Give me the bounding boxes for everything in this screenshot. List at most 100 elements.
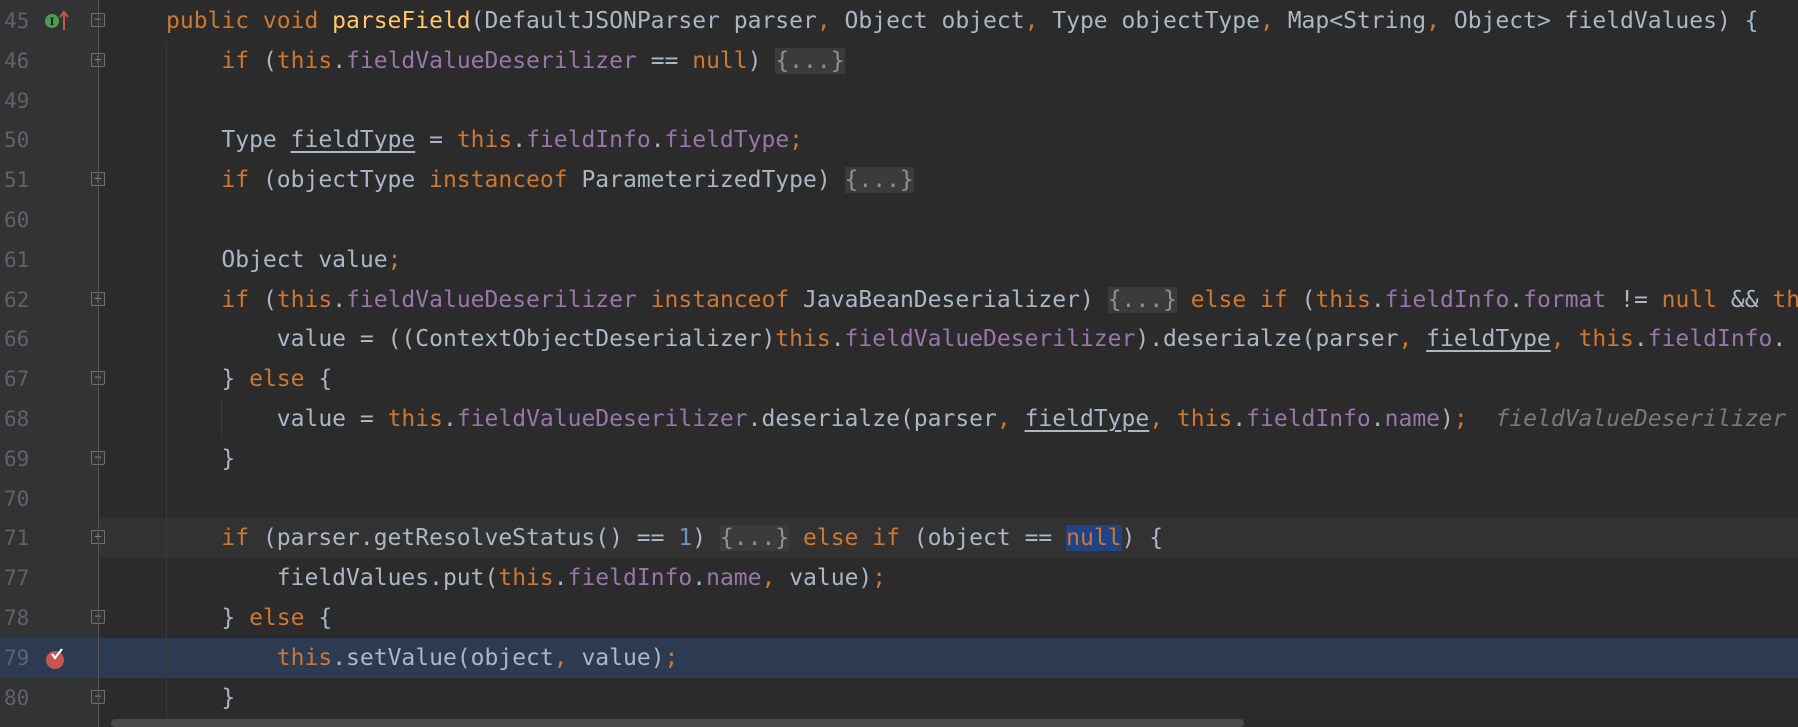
line-number[interactable]: 46 [4, 41, 34, 81]
line-number[interactable]: 80 [4, 678, 34, 718]
code-token: . [1509, 286, 1524, 313]
code-text: } else { [221, 598, 332, 638]
folded-block-placeholder[interactable]: {...} [719, 525, 790, 552]
folded-block-placeholder[interactable]: {...} [844, 167, 914, 194]
code-token: { [318, 605, 333, 631]
code-token: else if [1176, 286, 1302, 313]
code-token: (object == [913, 525, 1067, 552]
line-number[interactable]: 66 [4, 319, 34, 359]
code-token: fieldType [1426, 326, 1551, 353]
code-token: ) [692, 525, 720, 552]
code-line[interactable]: 66 value = ((ContextObjectDeserializer)th… [0, 319, 1798, 359]
line-number[interactable]: 70 [4, 479, 34, 519]
code-token: format [1523, 286, 1607, 313]
line-number[interactable]: 62 [4, 280, 34, 320]
code-token: fieldValueDeserilizer [844, 326, 1136, 353]
code-token: . [332, 47, 347, 74]
code-text: value = this.fieldValueDeserilizer.deser… [277, 399, 1786, 439]
code-token: this [1176, 406, 1233, 432]
code-token: { [318, 366, 333, 393]
code-token: fieldValues.put( [276, 565, 499, 592]
code-token: , [1550, 326, 1579, 353]
code-text: if (objectType instanceof ParameterizedT… [221, 160, 914, 200]
code-line[interactable]: 80−} [0, 678, 1798, 718]
code-token: this [387, 406, 443, 432]
code-token: ) [747, 47, 776, 74]
code-text: if (this.fieldValueDeserilizer == null) … [221, 41, 845, 81]
code-line[interactable]: 68 value = this.fieldValueDeserilizer.des… [0, 399, 1798, 439]
code-token: .setValue(object [332, 644, 554, 671]
code-token: name [1384, 406, 1441, 432]
line-number[interactable]: 51 [4, 160, 34, 200]
code-token: Object object [844, 8, 1025, 34]
line-number[interactable]: 61 [4, 240, 34, 280]
line-number[interactable]: 71 [4, 518, 34, 558]
code-line[interactable]: 45I−public void parseField(DefaultJSONPa… [0, 1, 1798, 41]
code-line[interactable]: 69−} [0, 439, 1798, 479]
code-line[interactable]: 77 fieldValues.put(this.fieldInfo.name, v… [0, 558, 1798, 598]
indent-guide [166, 42, 167, 722]
code-token: null [1066, 525, 1122, 552]
code-token: . [650, 127, 665, 154]
code-token: ) { [1121, 525, 1164, 552]
code-token: fieldValueDeserilizer [346, 286, 637, 313]
line-number[interactable]: 67 [4, 359, 34, 399]
code-token: this [276, 286, 333, 313]
code-line[interactable]: 62+if (this.fieldValueDeserilizer instan… [0, 280, 1798, 320]
code-line[interactable]: 67−} else { [0, 359, 1798, 399]
code-line[interactable]: 51+if (objectType instanceof Parameteriz… [0, 160, 1798, 200]
line-number[interactable]: 78 [4, 598, 34, 638]
breakpoint-verified-icon[interactable] [44, 647, 66, 669]
code-line[interactable]: 71+if (parser.getResolveStatus() == 1) {… [0, 518, 1798, 559]
code-line[interactable]: 46+if (this.fieldValueDeserilizer == nul… [0, 41, 1798, 81]
code-token: (objectType [262, 167, 430, 194]
code-line[interactable]: 70 [0, 479, 1798, 519]
line-number[interactable]: 45 [4, 1, 34, 41]
code-token: , [996, 406, 1025, 432]
code-token: .deserialze(parser [747, 406, 997, 432]
line-number[interactable]: 60 [4, 200, 34, 240]
line-number[interactable]: 79 [4, 638, 34, 678]
code-token: . [692, 565, 707, 592]
override-arrow-icon[interactable] [58, 10, 80, 32]
code-token: fieldInfo [567, 565, 693, 592]
code-token: Map<String [1287, 8, 1427, 34]
line-number[interactable]: 68 [4, 399, 34, 439]
code-token: } [221, 684, 236, 711]
line-number[interactable]: 77 [4, 558, 34, 598]
code-token: ( [1301, 286, 1316, 313]
code-token: , [1149, 406, 1177, 432]
code-line[interactable]: 61 Object value; [0, 240, 1798, 280]
folded-block-placeholder[interactable]: {...} [775, 47, 845, 74]
code-token: value = [276, 406, 388, 432]
code-token: JavaBeanDeserializer) [789, 286, 1108, 313]
line-number[interactable]: 69 [4, 439, 34, 479]
code-token: public void [166, 8, 333, 34]
code-token: instanceof [650, 286, 790, 313]
code-token: } [221, 605, 250, 631]
code-token: ( [262, 47, 277, 74]
code-token: == [636, 47, 693, 74]
code-line[interactable]: 49 [0, 81, 1798, 121]
folded-block-placeholder[interactable]: {...} [1107, 286, 1177, 313]
svg-text:I: I [50, 17, 55, 28]
code-token: else [249, 366, 319, 393]
code-token: . [1232, 406, 1247, 432]
code-line[interactable]: 50 Type fieldType = this.fieldInfo.fieldT… [0, 120, 1798, 160]
code-token: parseField [332, 8, 471, 34]
code-text: if (parser.getResolveStatus() == 1) {...… [221, 518, 1163, 558]
code-token: != [1606, 286, 1662, 313]
code-line[interactable]: 78−} else { [0, 598, 1798, 638]
code-token: . [442, 406, 457, 432]
line-number[interactable]: 50 [4, 120, 34, 160]
code-line[interactable]: 60 [0, 200, 1798, 240]
code-text: public void parseField(DefaultJSONParser… [166, 1, 1759, 41]
code-token: fieldInfo [1246, 406, 1371, 432]
code-line[interactable]: 79 this.setValue(object, value); [0, 637, 1798, 678]
line-number[interactable]: 49 [4, 81, 34, 121]
horizontal-scrollbar[interactable] [111, 719, 1244, 727]
code-token: null [692, 47, 748, 74]
code-token: instanceof [429, 167, 582, 194]
code-text: Type fieldType = this.fieldInfo.fieldTyp… [221, 120, 803, 160]
